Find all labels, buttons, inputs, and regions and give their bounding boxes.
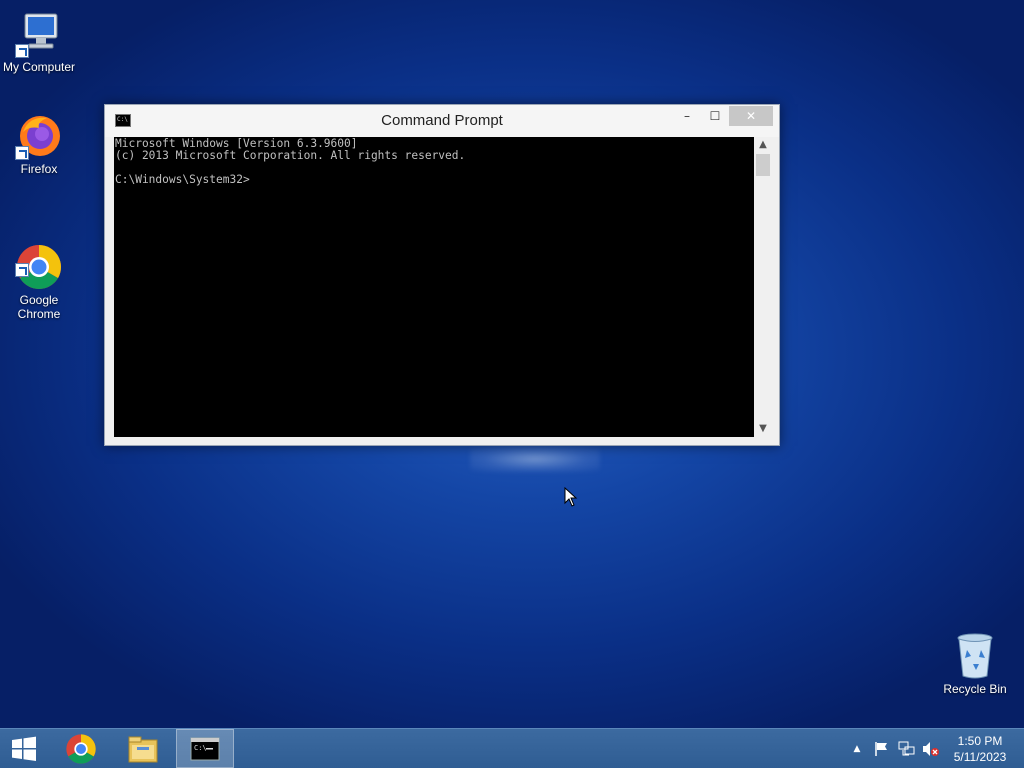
- start-button[interactable]: [0, 729, 48, 768]
- shortcut-arrow-icon: [15, 146, 29, 160]
- clock-time: 1:50 PM: [957, 734, 1003, 748]
- command-prompt-window[interactable]: C:\ Command Prompt – ☐ ✕ Microsoft Windo…: [104, 104, 780, 446]
- close-button[interactable]: ✕: [729, 106, 773, 126]
- taskbar: C:\ ▲ 1:50 PM 5/11/2023: [0, 728, 1024, 768]
- svg-text:C:\: C:\: [194, 744, 207, 752]
- windows-start-icon: [12, 736, 36, 761]
- vertical-scrollbar[interactable]: ▲ ▼: [754, 137, 772, 437]
- chrome-icon: [66, 733, 96, 764]
- window-titlebar[interactable]: C:\ Command Prompt – ☐ ✕: [105, 105, 779, 137]
- chrome-icon: [15, 229, 63, 289]
- desktop-icon-label: Google Chrome: [17, 293, 61, 321]
- desktop-icon-recycle-bin[interactable]: Recycle Bin: [936, 632, 1014, 696]
- desktop-icon-label: My Computer: [2, 60, 76, 74]
- console-output[interactable]: Microsoft Windows [Version 6.3.9600] (c) …: [114, 137, 754, 437]
- desktop-icon-my-computer[interactable]: My Computer: [0, 10, 78, 74]
- desktop-icon-firefox[interactable]: Firefox: [0, 112, 78, 176]
- action-center-flag-icon[interactable]: [872, 729, 892, 768]
- console-prompt-line: C:\Windows\System32>: [115, 173, 250, 186]
- clock-date: 5/11/2023: [953, 750, 1007, 764]
- desktop-icon-label: Recycle Bin: [943, 682, 1007, 696]
- computer-icon: [15, 10, 63, 58]
- taskbar-clock[interactable]: 1:50 PM 5/11/2023: [950, 733, 1010, 765]
- maximize-button[interactable]: ☐: [701, 106, 729, 126]
- show-hidden-icons-icon[interactable]: ▲: [848, 729, 866, 768]
- file-explorer-icon: [128, 736, 158, 762]
- command-prompt-icon: C:\: [190, 737, 220, 760]
- taskbar-chrome-button[interactable]: [52, 729, 110, 768]
- scroll-up-icon[interactable]: ▲: [754, 137, 772, 153]
- firefox-icon: [15, 112, 63, 160]
- volume-muted-icon[interactable]: [920, 729, 942, 768]
- shortcut-arrow-icon: [15, 44, 29, 58]
- console-line: (c) 2013 Microsoft Corporation. All righ…: [115, 149, 466, 162]
- desktop-glow: [470, 446, 600, 472]
- desktop-icon-label: Firefox: [20, 162, 58, 176]
- scroll-down-icon[interactable]: ▼: [754, 421, 772, 437]
- shortcut-arrow-icon: [15, 263, 29, 277]
- network-icon[interactable]: [896, 729, 918, 768]
- taskbar-file-explorer-button[interactable]: [114, 729, 172, 768]
- taskbar-command-prompt-button[interactable]: C:\: [176, 729, 234, 768]
- recycle-bin-icon: [951, 632, 999, 680]
- desktop-icon-google-chrome[interactable]: Google Chrome: [0, 215, 78, 335]
- scrollbar-thumb[interactable]: [756, 154, 770, 176]
- minimize-button[interactable]: –: [673, 106, 701, 126]
- mouse-cursor-icon: [564, 487, 578, 507]
